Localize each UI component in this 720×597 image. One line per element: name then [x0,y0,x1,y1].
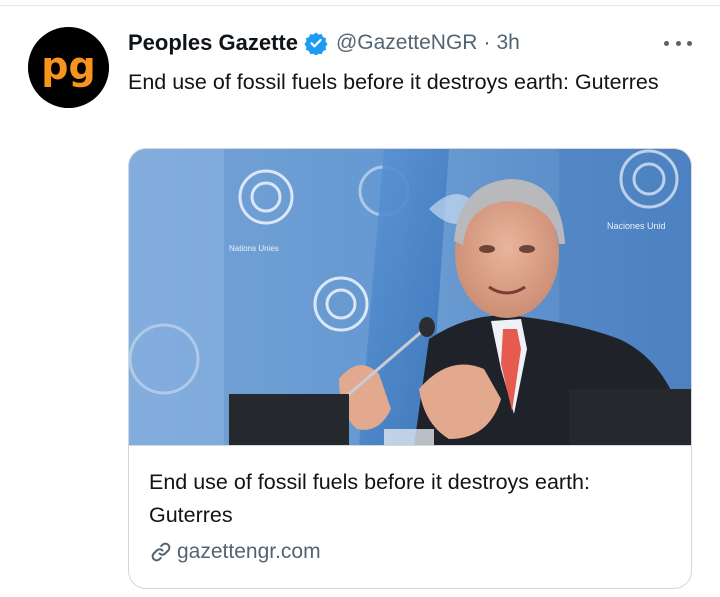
link-icon [149,540,173,564]
tweet[interactable]: pg Peoples Gazette @GazetteNGR · 3h End … [0,0,720,597]
tweet-text: End use of fossil fuels before it destro… [128,70,659,94]
display-name[interactable]: Peoples Gazette [128,30,298,56]
link-card[interactable]: Nations Unies Naciones Unid End use of f… [128,148,692,589]
avatar-text: pg [41,44,95,88]
tweet-header: Peoples Gazette @GazetteNGR · 3h [128,30,520,56]
card-title[interactable]: End use of fossil fuels before it destro… [149,466,679,532]
card-image[interactable]: Nations Unies Naciones Unid [129,149,691,446]
more-options-icon[interactable] [664,36,692,50]
handle[interactable]: @GazetteNGR [336,31,478,55]
timestamp[interactable]: 3h [496,31,519,55]
verified-badge-icon [304,31,328,55]
banner-text-right: Naciones Unid [607,221,666,231]
separator-dot: · [483,31,491,54]
card-domain-text[interactable]: gazettengr.com [177,540,321,564]
peoples-gazette-logo-icon: pg [28,27,109,108]
banner-text-left: Nations Unies [229,244,279,253]
guterres-photo: Nations Unies Naciones Unid [129,149,691,445]
avatar[interactable]: pg [28,27,109,108]
card-domain[interactable]: gazettengr.com [149,540,321,564]
